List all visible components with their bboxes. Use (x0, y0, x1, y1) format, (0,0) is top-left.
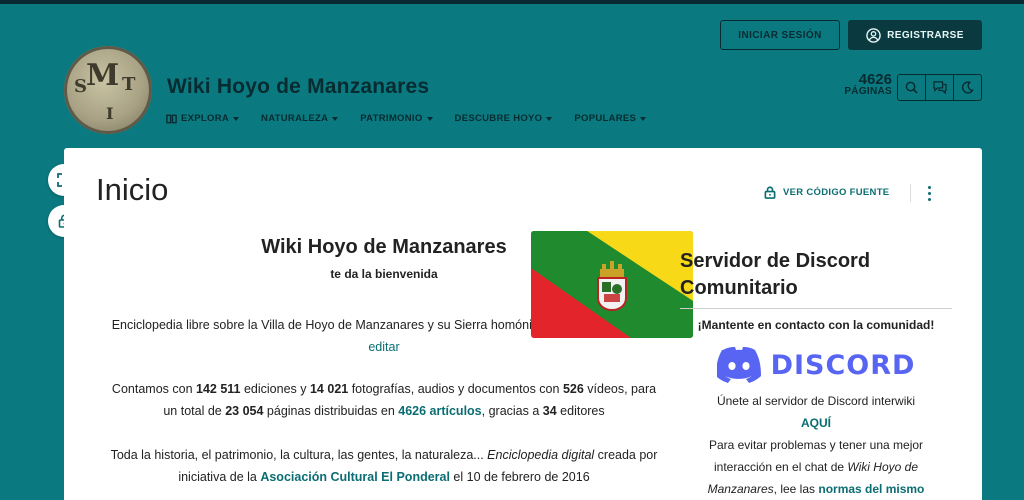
text: páginas distribuidas en (263, 404, 399, 418)
rules-link[interactable]: normas del mismo (818, 482, 924, 496)
discord-description: Únete al servidor de Discord interwiki A… (680, 390, 952, 500)
articles-link[interactable]: 4626 artículos (398, 404, 481, 418)
logo-letter: I (106, 104, 114, 123)
nav-populares[interactable]: POPULARES (574, 113, 647, 124)
pages-total: 23 054 (225, 404, 264, 418)
nav-label: DESCUBRE HOYO (454, 113, 543, 124)
association-link[interactable]: Asociación Cultural El Ponderal (260, 470, 450, 484)
user-icon (866, 27, 881, 43)
lock-icon (764, 186, 776, 199)
logo-letter: M (86, 58, 120, 93)
nav-label: NATURALEZA (261, 113, 329, 124)
header-tools (897, 74, 982, 101)
nav-naturaleza[interactable]: NATURALEZA (261, 113, 339, 124)
join-discord-link[interactable]: AQUÍ (801, 416, 831, 430)
media-count: 14 021 (309, 382, 349, 396)
register-button[interactable]: REGISTRARSE (848, 20, 982, 50)
nav-label: PATRIMONIO (360, 113, 423, 124)
text: , gracias a (481, 404, 543, 418)
discord-wordmark: DISCORD (770, 349, 916, 381)
text: Toda la historia, el patrimonio, la cult… (110, 448, 488, 462)
discord-logo[interactable]: DISCORD (680, 346, 952, 384)
search-icon (905, 81, 918, 94)
search-button[interactable] (898, 75, 926, 100)
toolbar-divider (910, 184, 911, 202)
discord-section: Servidor de Discord Comunitario ¡Mantent… (680, 248, 952, 500)
site-logo[interactable]: M S T I (64, 46, 152, 134)
text: Contamos con (111, 382, 196, 396)
edits-count: 142 511 (196, 382, 241, 396)
view-source-button[interactable]: VER CÓDIGO FUENTE (764, 186, 889, 199)
login-button[interactable]: INICIAR SESIÓN (720, 20, 840, 50)
text: ediciones y (240, 382, 310, 396)
discussions-icon (932, 81, 947, 94)
moon-icon (962, 81, 974, 94)
page-title: Inicio (96, 172, 169, 207)
chevron-down-icon (233, 116, 240, 121)
text: , lee las (773, 482, 819, 496)
discussions-button[interactable] (926, 75, 954, 100)
page-count-number: 4626 (858, 71, 892, 88)
site-title[interactable]: Wiki Hoyo de Manzanares (167, 75, 429, 99)
view-source-label: VER CÓDIGO FUENTE (783, 187, 890, 198)
text: Únete al servidor de Discord interwiki (716, 394, 916, 408)
text: Enciclopedia libre sobre la Villa de Hoy… (111, 318, 581, 332)
register-label: REGISTRARSE (887, 29, 964, 41)
divider (680, 308, 952, 309)
logo-letter: T (122, 74, 136, 95)
stats-paragraph: Contamos con 142 511 ediciones y 14 021 … (104, 378, 664, 422)
logo-letter: S (74, 76, 87, 97)
nav-descubre-hoyo[interactable]: DESCUBRE HOYO (455, 113, 553, 124)
editors-count: 34 (542, 404, 557, 418)
page-count-label: PÁGINAS (844, 86, 892, 97)
chevron-down-icon (426, 116, 433, 121)
explore-icon (166, 114, 177, 123)
text: fotografías, audios y documentos con (348, 382, 563, 396)
nav-label: EXPLORA (181, 113, 230, 124)
videos-count: 526 (562, 382, 584, 396)
text: editores (556, 404, 605, 418)
history-paragraph: Toda la historia, el patrimonio, la cult… (104, 444, 664, 488)
chevron-down-icon (640, 116, 647, 121)
nav-patrimonio[interactable]: PATRIMONIO (360, 113, 433, 124)
text: el 10 de febrero de 2016 (449, 470, 590, 484)
discord-tagline: ¡Mantente en contacto con la comunidad! (697, 318, 935, 332)
page-count: 4626 PÁGINAS (836, 72, 892, 97)
chevron-down-icon (546, 116, 553, 121)
more-actions-button[interactable] (928, 186, 931, 201)
chevron-down-icon (332, 116, 339, 121)
discord-title: Servidor de Discord Comunitario (680, 250, 871, 299)
nav-label: POPULARES (574, 113, 637, 124)
theme-toggle-button[interactable] (954, 75, 981, 100)
main-navigation: EXPLORA NATURALEZA PATRIMONIO DESCUBRE H… (166, 113, 668, 124)
discord-icon (716, 347, 761, 383)
top-border (0, 0, 1024, 4)
municipal-flag-image (531, 231, 693, 338)
nav-explora[interactable]: EXPLORA (166, 113, 240, 124)
emphasis: Enciclopedia digital (487, 448, 595, 462)
article-content: Inicio VER CÓDIGO FUENTE Wiki Hoyo de Ma… (64, 148, 982, 500)
